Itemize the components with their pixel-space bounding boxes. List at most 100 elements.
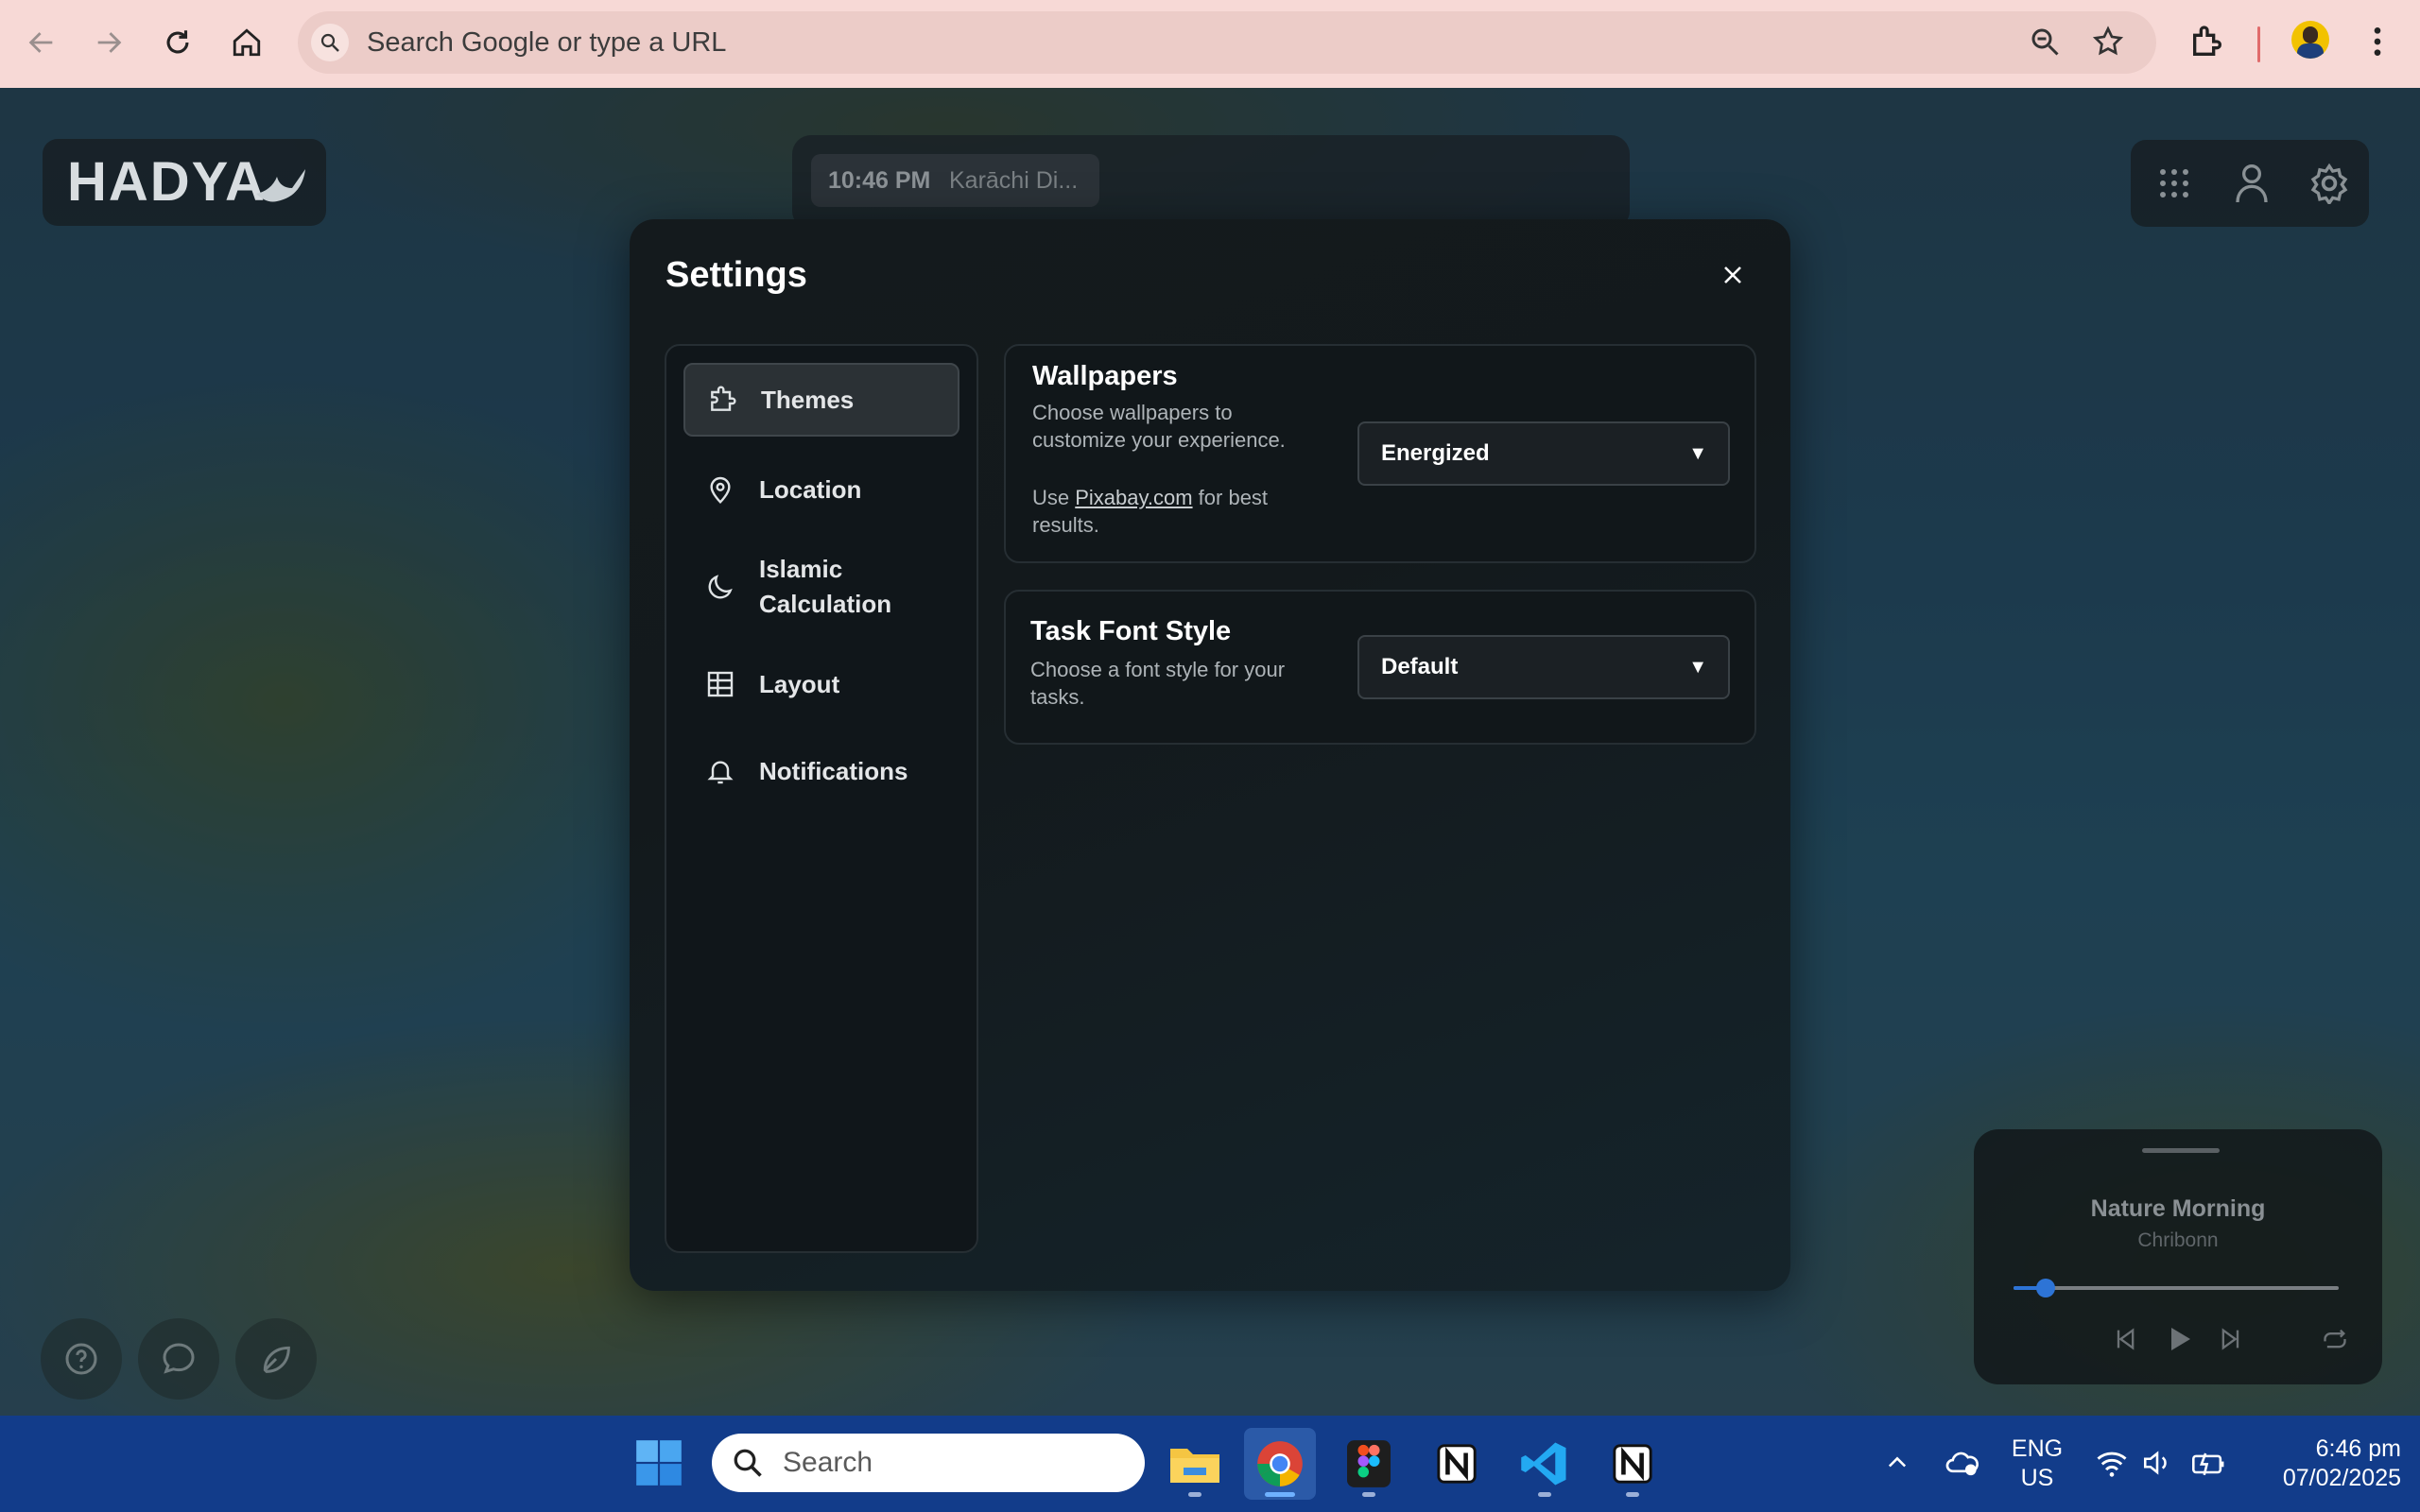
notion-app[interactable] — [1421, 1428, 1493, 1500]
windows-start-icon[interactable] — [634, 1438, 683, 1492]
top-right-toolbar — [2131, 140, 2369, 227]
puzzle-icon — [706, 384, 738, 416]
forward-button[interactable] — [80, 14, 137, 71]
vscode-app[interactable] — [1509, 1428, 1581, 1500]
map-pin-icon — [704, 473, 736, 506]
settings-modal: Settings Themes Location Islamic Calcula… — [630, 219, 1790, 1291]
running-indicator — [1626, 1492, 1639, 1497]
moon-icon — [704, 571, 736, 603]
volume-icon[interactable] — [2141, 1448, 2173, 1483]
font-style-select[interactable]: Default ▼ — [1357, 635, 1730, 699]
file-explorer-app[interactable] — [1159, 1428, 1231, 1500]
taskbar-time: 6:46 pm — [2315, 1435, 2401, 1462]
dropdown-arrow-icon: ▼ — [1688, 657, 1707, 678]
leaf-icon — [263, 1346, 290, 1373]
close-button[interactable] — [1713, 255, 1753, 295]
previous-track-icon[interactable] — [2112, 1326, 2138, 1357]
logo-widget: HADYA — [43, 139, 326, 226]
search-icon — [311, 24, 349, 61]
progress-track[interactable] — [2014, 1286, 2339, 1290]
wallpapers-description: Choose wallpapers to customize your expe… — [1032, 401, 1286, 452]
notion-icon — [1437, 1444, 1477, 1484]
chat-bubble-icon — [163, 1343, 195, 1374]
windows-taskbar: Search ENG US 6:46 pm 07/02/2025 — [0, 1416, 2420, 1512]
sidebar-item-islamic-calculation[interactable]: Islamic Calculation — [683, 537, 959, 637]
zoom-icon[interactable] — [2028, 25, 2062, 63]
song-title: Nature Morning — [2090, 1195, 2266, 1222]
toolbar-divider — [2257, 26, 2260, 62]
bookmark-star-icon[interactable] — [2091, 25, 2125, 63]
profile-avatar[interactable] — [2291, 21, 2329, 59]
reload-icon — [166, 30, 189, 54]
logo-text: HADYA — [67, 151, 267, 213]
clock-location: Karāchi Di... — [949, 167, 1079, 194]
sidebar-item-label: Location — [759, 474, 862, 504]
dropdown-arrow-icon: ▼ — [1688, 443, 1707, 464]
next-track-icon[interactable] — [2218, 1326, 2244, 1357]
sidebar-item-label: Themes — [761, 385, 855, 414]
back-button[interactable] — [13, 14, 70, 71]
play-icon[interactable] — [2164, 1324, 2194, 1359]
sidebar-item-notifications[interactable]: Notifications — [683, 733, 959, 809]
running-indicator — [1538, 1492, 1551, 1497]
progress-knob[interactable] — [2036, 1279, 2055, 1297]
chevron-up-icon[interactable] — [1884, 1450, 1910, 1481]
wallpapers-tip: Use Pixabay.com for best results. — [1032, 484, 1316, 539]
sidebar-item-label: Notifications — [759, 756, 908, 785]
pixabay-link[interactable]: Pixabay.com — [1075, 486, 1192, 509]
wallpaper-select[interactable]: Energized ▼ — [1357, 421, 1730, 486]
taskbar-date: 07/02/2025 — [2282, 1465, 2401, 1491]
grid-table-icon — [704, 668, 736, 700]
wallpapers-card: Wallpapers Choose wallpapers to customiz… — [1004, 344, 1756, 563]
onedrive-cloud-icon[interactable] — [1945, 1446, 1980, 1485]
player-drag-handle[interactable] — [2142, 1148, 2220, 1153]
font-style-title: Task Font Style — [1030, 616, 1232, 646]
help-icon — [65, 1343, 97, 1375]
system-clock[interactable]: 6:46 pm 07/02/2025 — [2242, 1435, 2401, 1493]
active-indicator — [1265, 1492, 1295, 1497]
browser-toolbar: Search Google or type a URL — [0, 0, 2420, 88]
reload-button[interactable] — [149, 14, 206, 71]
extensions-icon[interactable] — [2188, 23, 2226, 65]
more-menu-icon[interactable] — [2363, 23, 2392, 65]
taskbar-search[interactable]: Search — [712, 1434, 1145, 1492]
sidebar-item-themes[interactable]: Themes — [683, 363, 959, 437]
sidebar-item-layout[interactable]: Layout — [683, 646, 959, 722]
vscode-icon — [1521, 1442, 1566, 1486]
home-button[interactable] — [218, 14, 275, 71]
apps-grid-icon[interactable] — [2157, 166, 2191, 205]
font-style-description: Choose a font style for your tasks. — [1030, 658, 1286, 709]
settings-title: Settings — [666, 255, 807, 295]
language-code: ENG — [2011, 1435, 2064, 1462]
wifi-icon[interactable] — [2095, 1448, 2129, 1483]
music-player: Nature Morning Chribonn — [1974, 1129, 2382, 1384]
clock-chip[interactable]: 10:46 PM Karāchi Di... — [811, 154, 1099, 207]
dove-icon — [252, 156, 309, 214]
song-artist: Chribonn — [2137, 1229, 2219, 1251]
notion-app-2[interactable] — [1597, 1428, 1668, 1500]
sidebar-item-label: Islamic Calculation — [759, 555, 892, 618]
battery-charging-icon[interactable] — [2189, 1448, 2227, 1483]
help-button[interactable] — [41, 1318, 122, 1400]
notion-icon — [1613, 1444, 1652, 1484]
address-bar[interactable]: Search Google or type a URL — [298, 11, 2156, 74]
wallpapers-title: Wallpapers — [1032, 361, 1178, 391]
wallpaper-select-value: Energized — [1381, 440, 1490, 466]
sidebar-item-location[interactable]: Location — [683, 452, 959, 527]
chrome-app[interactable] — [1244, 1428, 1316, 1500]
language-indicator[interactable]: ENG US — [2008, 1435, 2066, 1493]
repeat-icon[interactable] — [2320, 1326, 2350, 1357]
bell-icon — [704, 755, 736, 787]
search-icon — [734, 1449, 762, 1477]
clock-time: 10:46 PM — [828, 167, 931, 194]
font-style-select-value: Default — [1381, 654, 1459, 679]
chat-button[interactable] — [138, 1318, 219, 1400]
user-icon[interactable] — [2233, 163, 2271, 209]
leaf-button[interactable] — [235, 1318, 317, 1400]
figma-icon — [1347, 1440, 1391, 1487]
settings-gear-icon[interactable] — [2308, 163, 2350, 209]
home-icon — [233, 28, 261, 57]
chrome-icon — [1257, 1441, 1303, 1486]
tip-prefix: Use — [1032, 486, 1076, 509]
figma-app[interactable] — [1333, 1428, 1405, 1500]
